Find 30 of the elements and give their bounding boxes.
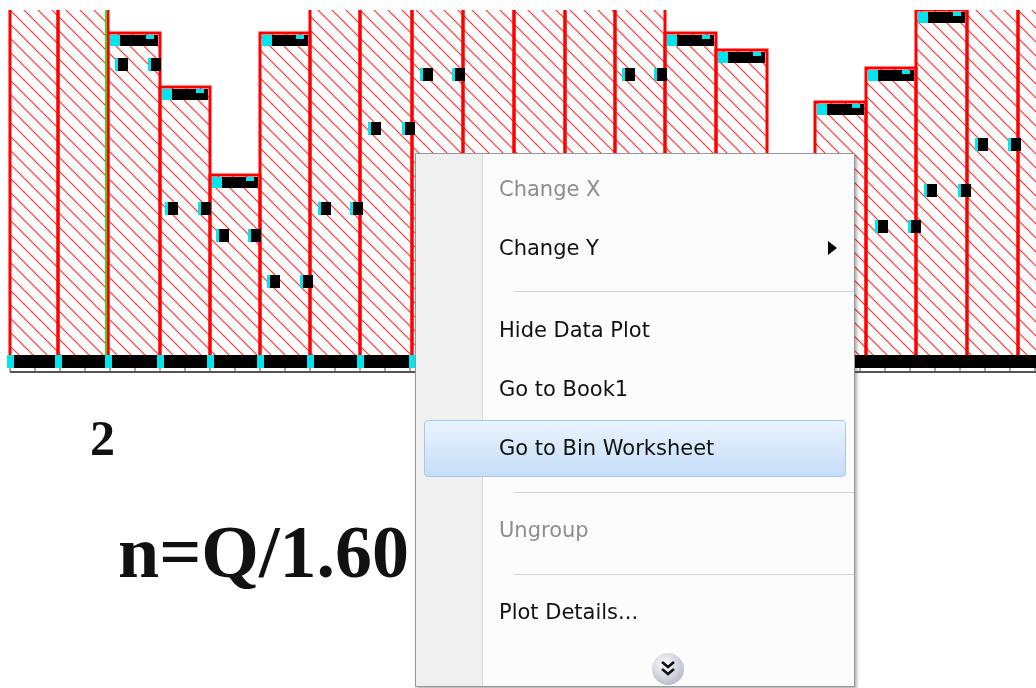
data-point-marker	[267, 275, 280, 288]
data-point-marker	[300, 275, 313, 288]
menu-item[interactable]: Hide Data Plot	[424, 301, 846, 359]
menu-item[interactable]: Go to Book1	[424, 360, 846, 418]
data-point-marker	[452, 68, 465, 81]
data-point-marker	[115, 58, 128, 71]
data-point-marker	[875, 220, 888, 233]
plot-label: 2	[90, 409, 115, 468]
data-point-marker	[622, 68, 635, 81]
data-point-marker	[350, 202, 363, 215]
data-point-marker	[420, 68, 433, 81]
menu-item[interactable]: Go to Bin Worksheet	[424, 419, 846, 477]
data-point-marker	[908, 220, 921, 233]
data-point-marker	[402, 122, 415, 135]
data-point-marker	[975, 138, 988, 151]
data-point-marker	[368, 122, 381, 135]
data-point-marker	[165, 202, 178, 215]
data-point-marker	[924, 184, 937, 197]
menu-item[interactable]: Plot Details...	[424, 583, 846, 642]
data-point-marker	[198, 202, 211, 215]
data-point-marker	[654, 68, 667, 81]
menu-item[interactable]: Change Y	[424, 219, 846, 277]
formula-text: n=Q/1.60	[118, 510, 409, 594]
expand-chevron-icon[interactable]	[651, 652, 685, 687]
data-point-marker	[318, 202, 331, 215]
data-point-marker	[216, 229, 229, 242]
data-point-marker	[248, 229, 261, 242]
data-point-marker	[1008, 138, 1021, 151]
data-point-marker	[958, 184, 971, 197]
data-point-marker	[148, 58, 161, 71]
